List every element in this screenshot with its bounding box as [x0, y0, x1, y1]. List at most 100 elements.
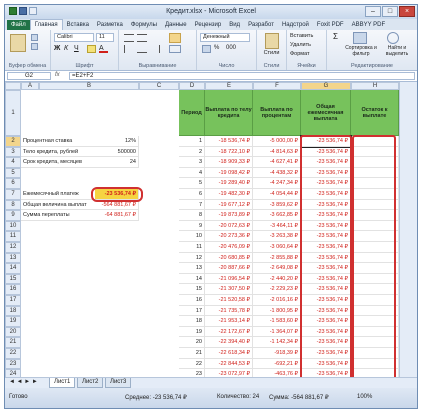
format-cells-button[interactable]: Формат	[290, 51, 310, 57]
column-header-C[interactable]: C	[139, 82, 179, 90]
row-header-15[interactable]: 15	[5, 273, 21, 285]
value-cell-F: -2 229,23 ₽	[253, 284, 301, 295]
insert-cells-button[interactable]: Вставить	[290, 33, 313, 39]
tab-1[interactable]: Главная	[29, 19, 63, 30]
value-cell-E: -20 072,63 ₽	[205, 220, 253, 232]
copy-icon[interactable]	[31, 43, 38, 50]
row-header-18[interactable]: 18	[5, 305, 21, 317]
row-header-9[interactable]: 9	[5, 210, 21, 221]
value-cell-F: -4 814,63 ₽	[253, 146, 301, 158]
wrap-text-icon[interactable]	[169, 33, 181, 43]
formula-input[interactable]: =E2+F2	[69, 72, 415, 80]
value-cell-E: -22 844,53 ₽	[205, 358, 253, 370]
align-center-icon[interactable]	[137, 45, 147, 53]
row-header-10[interactable]: 10	[5, 220, 21, 232]
column-header-G[interactable]: G	[301, 82, 351, 90]
percent-icon[interactable]: %	[214, 45, 223, 53]
row-header-14[interactable]: 14	[5, 263, 21, 274]
name-box[interactable]: G2	[7, 72, 51, 80]
find-select-button[interactable]: Найти и выделить	[379, 45, 415, 57]
tab-9[interactable]: Надстрой	[278, 20, 313, 30]
tab-5[interactable]: Данные	[161, 20, 191, 30]
fx-icon[interactable]: fx	[55, 72, 60, 78]
row-header-22[interactable]: 22	[5, 348, 21, 359]
font-name-select[interactable]: Calibri	[54, 33, 94, 42]
align-right-icon[interactable]	[150, 45, 160, 53]
font-color-icon[interactable]: A	[99, 45, 108, 53]
highlight-monthly-payment	[91, 187, 143, 202]
column-header-F[interactable]: F	[253, 82, 301, 90]
tab-2[interactable]: Вставка	[63, 20, 93, 30]
column-header-E[interactable]: E	[205, 82, 253, 90]
period-cell: 7	[179, 199, 205, 211]
row-header-5[interactable]: 5	[5, 167, 21, 179]
alignment-group: Выравнивание	[119, 30, 197, 70]
sheet-tab-3[interactable]: Лист3	[105, 378, 132, 388]
align-top-icon[interactable]	[124, 34, 134, 42]
comma-style-icon[interactable]: 000	[226, 45, 236, 53]
close-button[interactable]: ×	[399, 6, 415, 17]
row-header-13[interactable]: 13	[5, 252, 21, 264]
row-header-17[interactable]: 17	[5, 295, 21, 306]
row-header-11[interactable]: 11	[5, 231, 21, 242]
row-header-12[interactable]: 12	[5, 242, 21, 253]
tab-0[interactable]: Файл	[7, 20, 30, 30]
sheet-tab-2[interactable]: Лист2	[77, 378, 104, 388]
row-header-1[interactable]: 1	[5, 90, 21, 136]
sheet-nav-arrows-icon[interactable]: ◄ ◄ ► ►	[9, 379, 38, 385]
spreadsheet-grid[interactable]: A B C D E F G H 1 2 3 4 5 6 7 8 9 10 11 12 13 14 15 16 17 18 19 20 2…	[5, 82, 417, 392]
fill-color-icon[interactable]	[87, 45, 96, 53]
row-header-7[interactable]: 7	[5, 189, 21, 200]
column-header-A[interactable]: A	[21, 82, 39, 90]
bold-icon[interactable]: Ж	[54, 45, 62, 53]
underline-icon[interactable]: Ч	[74, 45, 82, 53]
cut-icon[interactable]	[31, 34, 38, 41]
minimize-button[interactable]: –	[365, 6, 381, 17]
row-header-6[interactable]: 6	[5, 178, 21, 189]
tab-6[interactable]: Рецензир	[191, 20, 226, 30]
sort-filter-button[interactable]: Сортировка и фильтр	[343, 45, 379, 57]
tab-4[interactable]: Формулы	[127, 20, 161, 30]
currency-icon[interactable]	[202, 45, 211, 53]
maximize-button[interactable]: □	[382, 6, 398, 17]
column-header-H[interactable]: H	[351, 82, 399, 90]
row-header-23[interactable]: 23	[5, 358, 21, 370]
row-header-2[interactable]: 2	[5, 136, 21, 147]
row-header-8[interactable]: 8	[5, 199, 21, 211]
styles-icon[interactable]	[265, 33, 279, 49]
row-header-4[interactable]: 4	[5, 157, 21, 168]
row-header-19[interactable]: 19	[5, 316, 21, 327]
paste-icon[interactable]	[10, 34, 26, 52]
number-format-select[interactable]: Денежный	[200, 33, 250, 42]
tab-10[interactable]: Foxit PDF	[313, 20, 348, 30]
alignment-label: Выравнивание	[138, 63, 177, 69]
sheet-tab-1[interactable]: Лист1	[49, 378, 76, 388]
italic-icon[interactable]: К	[64, 45, 72, 53]
select-all-corner[interactable]	[5, 82, 21, 90]
column-header-D[interactable]: D	[179, 82, 205, 90]
row-header-21[interactable]: 21	[5, 337, 21, 348]
zoom-level[interactable]: 100%	[357, 394, 372, 400]
row-header-20[interactable]: 20	[5, 326, 21, 338]
sum-icon[interactable]: Σ	[333, 32, 338, 46]
sort-filter-icon[interactable]	[353, 32, 367, 44]
font-size-select[interactable]: 11	[96, 33, 114, 42]
tab-7[interactable]: Вид	[225, 20, 244, 30]
vertical-scrollbar[interactable]	[399, 82, 417, 377]
tab-3[interactable]: Разметка	[93, 20, 127, 30]
tab-8[interactable]: Разработ	[244, 20, 278, 30]
row-header-16[interactable]: 16	[5, 284, 21, 295]
delete-cells-button[interactable]: Удалить	[290, 42, 311, 48]
tab-11[interactable]: ABBYY PDF	[348, 20, 390, 30]
window-title: Кредит.xlsx - Microsoft Excel	[166, 8, 256, 15]
styles-button-label: Стили	[263, 50, 280, 56]
align-middle-icon[interactable]	[137, 34, 147, 42]
window-controls: – □ ×	[365, 6, 415, 17]
align-left-icon[interactable]	[124, 45, 134, 53]
find-select-icon[interactable]	[387, 32, 399, 44]
column-header-B[interactable]: B	[39, 82, 139, 90]
merge-cells-icon[interactable]	[169, 45, 181, 53]
value-cell-E: -19 289,40 ₽	[205, 178, 253, 189]
period-cell: 3	[179, 157, 205, 168]
row-header-3[interactable]: 3	[5, 146, 21, 158]
